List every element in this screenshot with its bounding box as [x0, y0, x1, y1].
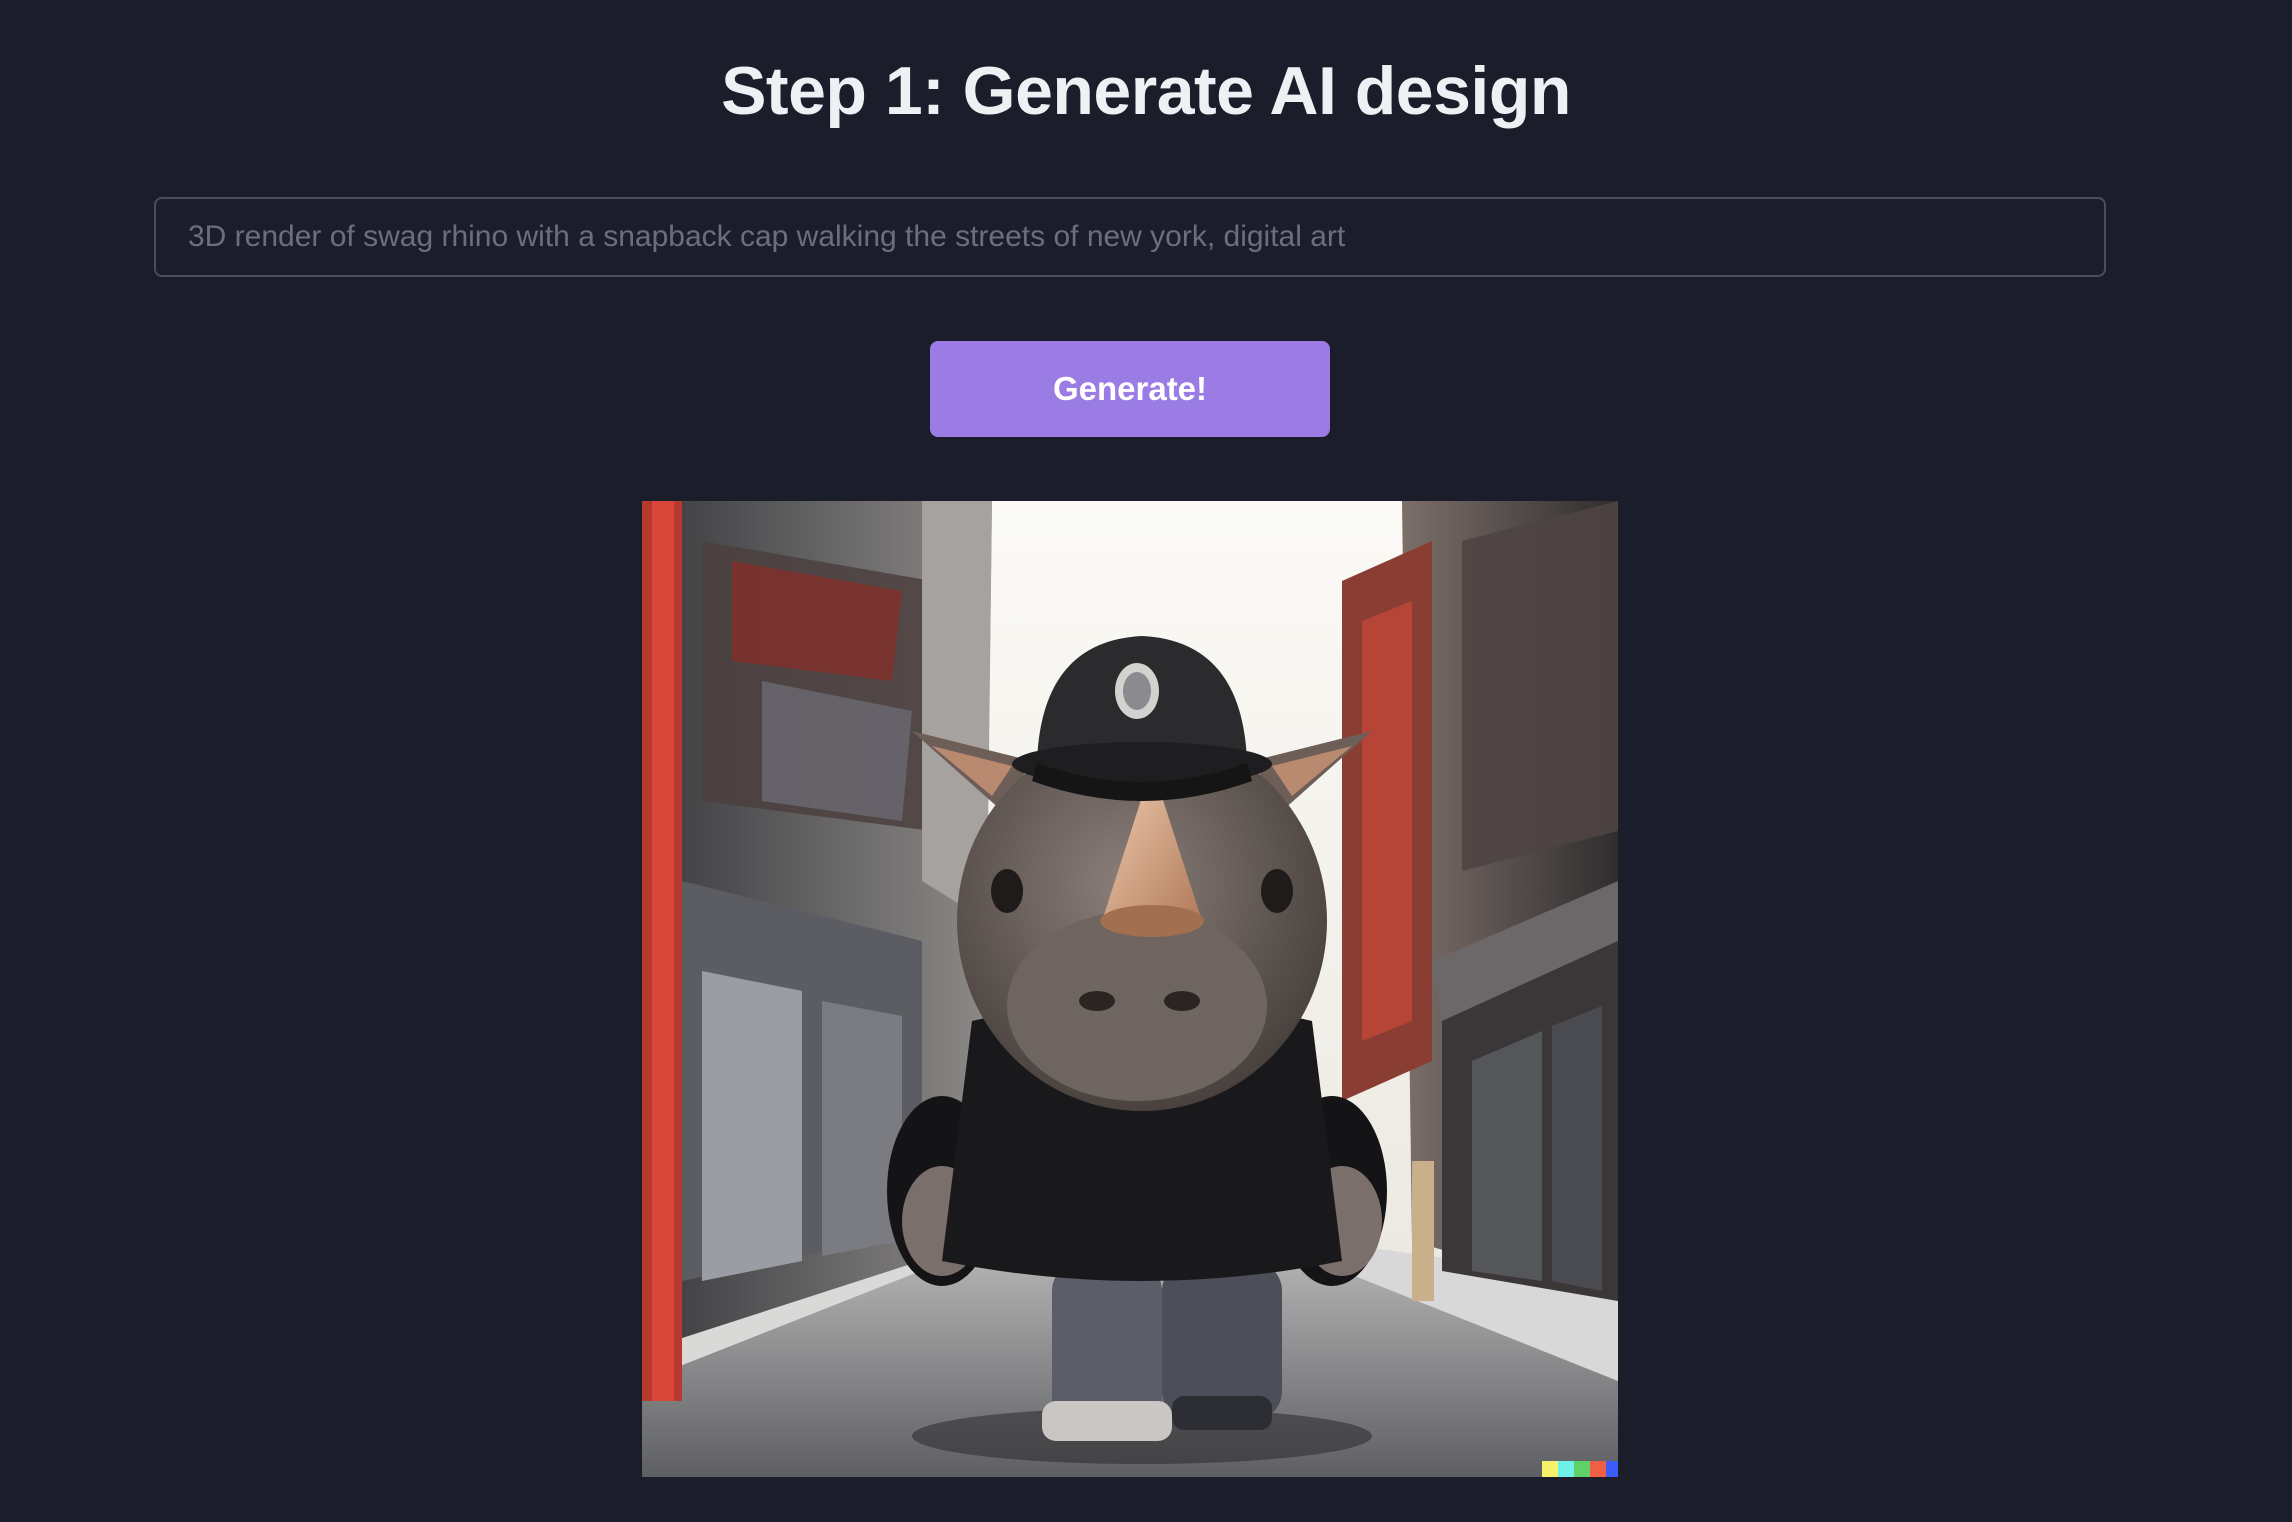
generated-image: [642, 501, 1618, 1477]
page-title: Step 1: Generate AI design: [721, 53, 1571, 129]
generate-button[interactable]: Generate!: [930, 341, 1330, 437]
rhino-illustration: [642, 501, 1618, 1477]
prompt-input[interactable]: [154, 197, 2106, 277]
page: Step 1: Generate AI design Generate!: [0, 0, 2292, 1522]
